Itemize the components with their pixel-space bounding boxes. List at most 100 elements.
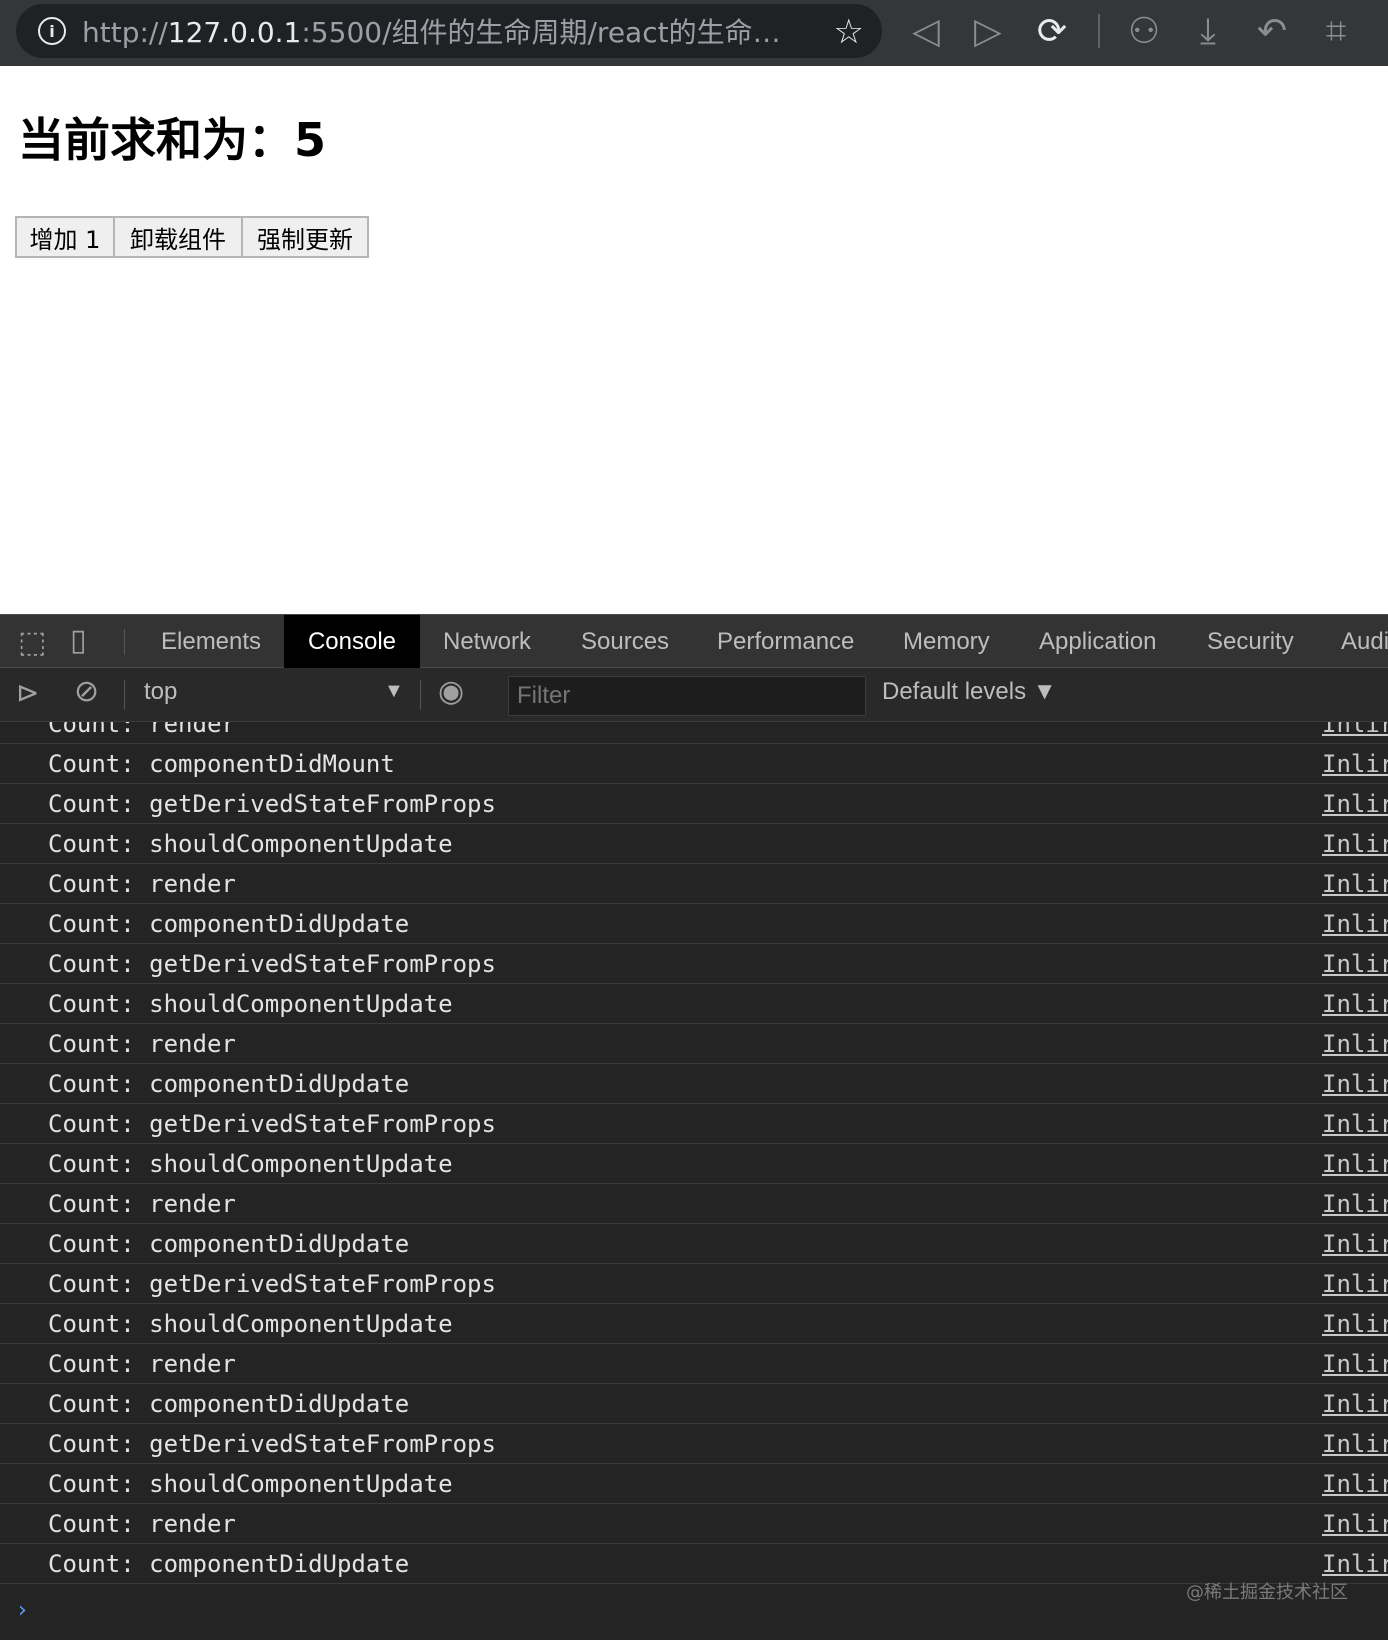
page-content: 当前求和为：5 增加 1 卸载组件 强制更新 (0, 66, 1388, 614)
tab-network[interactable]: Network (443, 615, 531, 668)
log-message: Count: componentDidUpdate (48, 1390, 410, 1418)
log-message: Count: shouldComponentUpdate (48, 830, 453, 858)
site-info-icon[interactable]: i (38, 17, 66, 45)
log-source-link[interactable]: Inlir (1322, 910, 1388, 938)
address-bar[interactable]: i http://127.0.0.1:5500/组件的生命周期/react的生命… (16, 4, 882, 58)
log-source-link[interactable]: Inlir (1322, 1030, 1388, 1058)
log-source-link[interactable]: Inlir (1322, 1150, 1388, 1178)
log-source-link[interactable]: Inlir (1322, 870, 1388, 898)
console-log-row: Count: componentDidMount Inlir (0, 744, 1388, 784)
console-log-row: Count: shouldComponentUpdate Inlir (0, 984, 1388, 1024)
device-toolbar-icon[interactable]: ▯ (70, 623, 87, 658)
url-text[interactable]: http://127.0.0.1:5500/组件的生命周期/react的生命周期… (82, 11, 802, 51)
log-source-link[interactable]: Inlir (1322, 1070, 1388, 1098)
log-source-link[interactable]: Inlir (1322, 1510, 1388, 1538)
log-message: Count: render (48, 1350, 236, 1378)
log-source-link[interactable]: Inlir (1322, 1350, 1388, 1378)
log-message: Count: shouldComponentUpdate (48, 1470, 453, 1498)
log-message: Count: getDerivedStateFromProps (48, 1110, 496, 1138)
console-log-row: Count: render Inlir (0, 1184, 1388, 1224)
console-log-row: Count: shouldComponentUpdate Inlir (0, 1464, 1388, 1504)
log-source-link[interactable]: Inlir (1322, 950, 1388, 978)
browser-toolbar: i http://127.0.0.1:5500/组件的生命周期/react的生命… (0, 0, 1388, 66)
log-message: Count: render (48, 1030, 236, 1058)
download-icon[interactable]: ⤓ (1186, 10, 1230, 54)
log-source-link[interactable]: Inlir (1322, 1110, 1388, 1138)
log-message: Count: getDerivedStateFromProps (48, 790, 496, 818)
tab-console[interactable]: Console (284, 615, 420, 668)
undo-icon[interactable]: ↶ (1250, 10, 1294, 54)
log-source-link[interactable]: Inlir (1322, 722, 1388, 738)
console-log-row: Count: render Inlir (0, 1344, 1388, 1384)
log-source-link[interactable]: Inlir (1322, 830, 1388, 858)
log-source-link[interactable]: Inlir (1322, 750, 1388, 778)
log-message: Count: shouldComponentUpdate (48, 1150, 453, 1178)
devtools-tabbar: ⬚ ▯ Elements Console Network Sources Per… (0, 614, 1388, 668)
log-source-link[interactable]: Inlir (1322, 1430, 1388, 1458)
console-toolbar: ⊳ ⊘ top ▼ ◉ Default levels ▼ (0, 668, 1388, 722)
tab-sources[interactable]: Sources (581, 615, 669, 668)
toolbar-separator-2 (420, 680, 421, 710)
log-source-link[interactable]: Inlir (1322, 1390, 1388, 1418)
toolbar-separator (1098, 14, 1100, 48)
sidebar-toggle-icon[interactable]: ⊳ (16, 676, 39, 709)
console-prompt-icon[interactable]: › (18, 1598, 27, 1623)
console-log-row: Count: componentDidUpdate Inlir (0, 1224, 1388, 1264)
log-message: Count: render (48, 1190, 236, 1218)
devtools-panel: ⬚ ▯ Elements Console Network Sources Per… (0, 614, 1388, 1640)
log-source-link[interactable]: Inlir (1322, 1230, 1388, 1258)
log-source-link[interactable]: Inlir (1322, 1550, 1388, 1578)
console-log-list: Count: render Inlir Count: componentDidMou… (0, 722, 1388, 1590)
forward-icon[interactable]: ▷ (966, 10, 1010, 54)
console-log-row: Count: componentDidUpdate Inlir (0, 1384, 1388, 1424)
log-source-link[interactable]: Inlir (1322, 1470, 1388, 1498)
crop-icon[interactable]: ⌗ (1314, 10, 1358, 54)
log-source-link[interactable]: Inlir (1322, 1190, 1388, 1218)
console-log-row: Count: getDerivedStateFromProps Inlir (0, 944, 1388, 984)
console-log-row: Count: render Inlir (0, 722, 1388, 744)
console-log-row: Count: getDerivedStateFromProps Inlir (0, 1104, 1388, 1144)
console-log-row: Count: getDerivedStateFromProps Inlir (0, 1264, 1388, 1304)
tab-security[interactable]: Security (1207, 615, 1294, 668)
log-message: Count: getDerivedStateFromProps (48, 950, 496, 978)
log-source-link[interactable]: Inlir (1322, 1310, 1388, 1338)
log-message: Count: componentDidUpdate (48, 1230, 410, 1258)
tab-separator (124, 629, 125, 655)
console-log-row: Count: getDerivedStateFromProps Inlir (0, 1424, 1388, 1464)
filter-input[interactable] (508, 676, 866, 716)
bookmark-star-icon[interactable]: ☆ (834, 12, 864, 52)
log-message: Count: componentDidUpdate (48, 1550, 410, 1578)
force-update-button[interactable]: 强制更新 (241, 216, 369, 258)
profile-icon[interactable]: ⚇ (1122, 10, 1166, 54)
console-log-row: Count: componentDidUpdate Inlir (0, 904, 1388, 944)
tab-audits[interactable]: Audi (1341, 615, 1388, 668)
log-message: Count: render (48, 1510, 236, 1538)
log-message: Count: componentDidUpdate (48, 910, 410, 938)
console-log-row: Count: shouldComponentUpdate Inlir (0, 824, 1388, 864)
log-source-link[interactable]: Inlir (1322, 990, 1388, 1018)
console-log-row: Count: getDerivedStateFromProps Inlir (0, 784, 1388, 824)
tab-performance[interactable]: Performance (717, 615, 854, 668)
console-log-row: Count: componentDidUpdate Inlir (0, 1544, 1388, 1584)
tab-elements[interactable]: Elements (161, 615, 261, 668)
unmount-button[interactable]: 卸载组件 (113, 216, 243, 258)
console-log-row: Count: shouldComponentUpdate Inlir (0, 1144, 1388, 1184)
toolbar-separator-1 (124, 680, 125, 710)
log-message: Count: getDerivedStateFromProps (48, 1270, 496, 1298)
back-icon[interactable]: ◁ (904, 10, 948, 54)
inspect-element-icon[interactable]: ⬚ (18, 625, 46, 660)
clear-console-icon[interactable]: ⊘ (74, 674, 99, 709)
reload-icon[interactable]: ⟳ (1030, 10, 1074, 54)
log-message: Count: shouldComponentUpdate (48, 990, 453, 1018)
default-levels-dropdown[interactable]: Default levels ▼ (882, 678, 1057, 706)
live-expression-eye-icon[interactable]: ◉ (438, 674, 464, 709)
tab-memory[interactable]: Memory (903, 615, 990, 668)
log-source-link[interactable]: Inlir (1322, 1270, 1388, 1298)
log-source-link[interactable]: Inlir (1322, 790, 1388, 818)
chevron-down-icon[interactable]: ▼ (384, 680, 404, 703)
context-selector[interactable]: top (144, 678, 177, 706)
log-message: Count: componentDidUpdate (48, 1070, 410, 1098)
log-message: Count: shouldComponentUpdate (48, 1310, 453, 1338)
tab-application[interactable]: Application (1039, 615, 1156, 668)
increment-button[interactable]: 增加 1 (15, 216, 115, 258)
